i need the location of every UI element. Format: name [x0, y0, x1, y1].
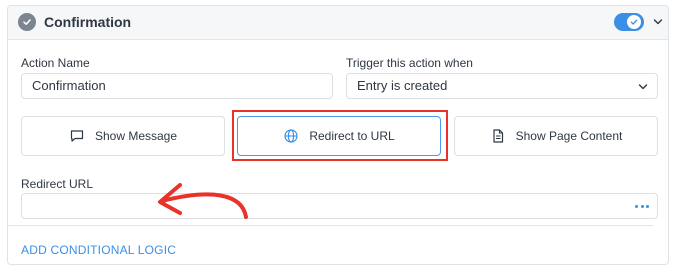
- panel-title: Confirmation: [44, 14, 132, 30]
- chevron-down-icon[interactable]: [651, 15, 665, 29]
- trigger-label: Trigger this action when: [346, 56, 473, 70]
- annotation-highlight-box: [232, 110, 448, 161]
- redirect-url-label: Redirect URL: [21, 177, 94, 191]
- show-page-content-button[interactable]: Show Page Content: [454, 116, 658, 156]
- show-message-label: Show Message: [94, 129, 178, 143]
- more-options-icon[interactable]: [635, 201, 649, 211]
- show-page-content-label: Show Page Content: [515, 129, 623, 143]
- show-message-button[interactable]: Show Message: [21, 116, 225, 156]
- annotation-arrow-icon: [158, 183, 248, 219]
- action-name-input[interactable]: Confirmation: [21, 73, 333, 99]
- add-conditional-logic-link[interactable]: ADD CONDITIONAL LOGIC: [21, 243, 176, 257]
- trigger-select[interactable]: Entry is created: [346, 73, 658, 99]
- divider: [8, 225, 653, 226]
- document-icon: [493, 129, 503, 143]
- toggle-check-icon: [627, 15, 641, 29]
- redirect-url-input[interactable]: [21, 193, 658, 219]
- trigger-selected-value: Entry is created: [357, 78, 448, 93]
- speech-bubble-icon: [70, 130, 84, 142]
- chevron-down-icon: [638, 84, 648, 90]
- enable-toggle[interactable]: [614, 13, 644, 31]
- panel-header[interactable]: Confirmation: [8, 6, 668, 40]
- check-circle-icon: [18, 13, 36, 31]
- action-name-label: Action Name: [21, 56, 90, 70]
